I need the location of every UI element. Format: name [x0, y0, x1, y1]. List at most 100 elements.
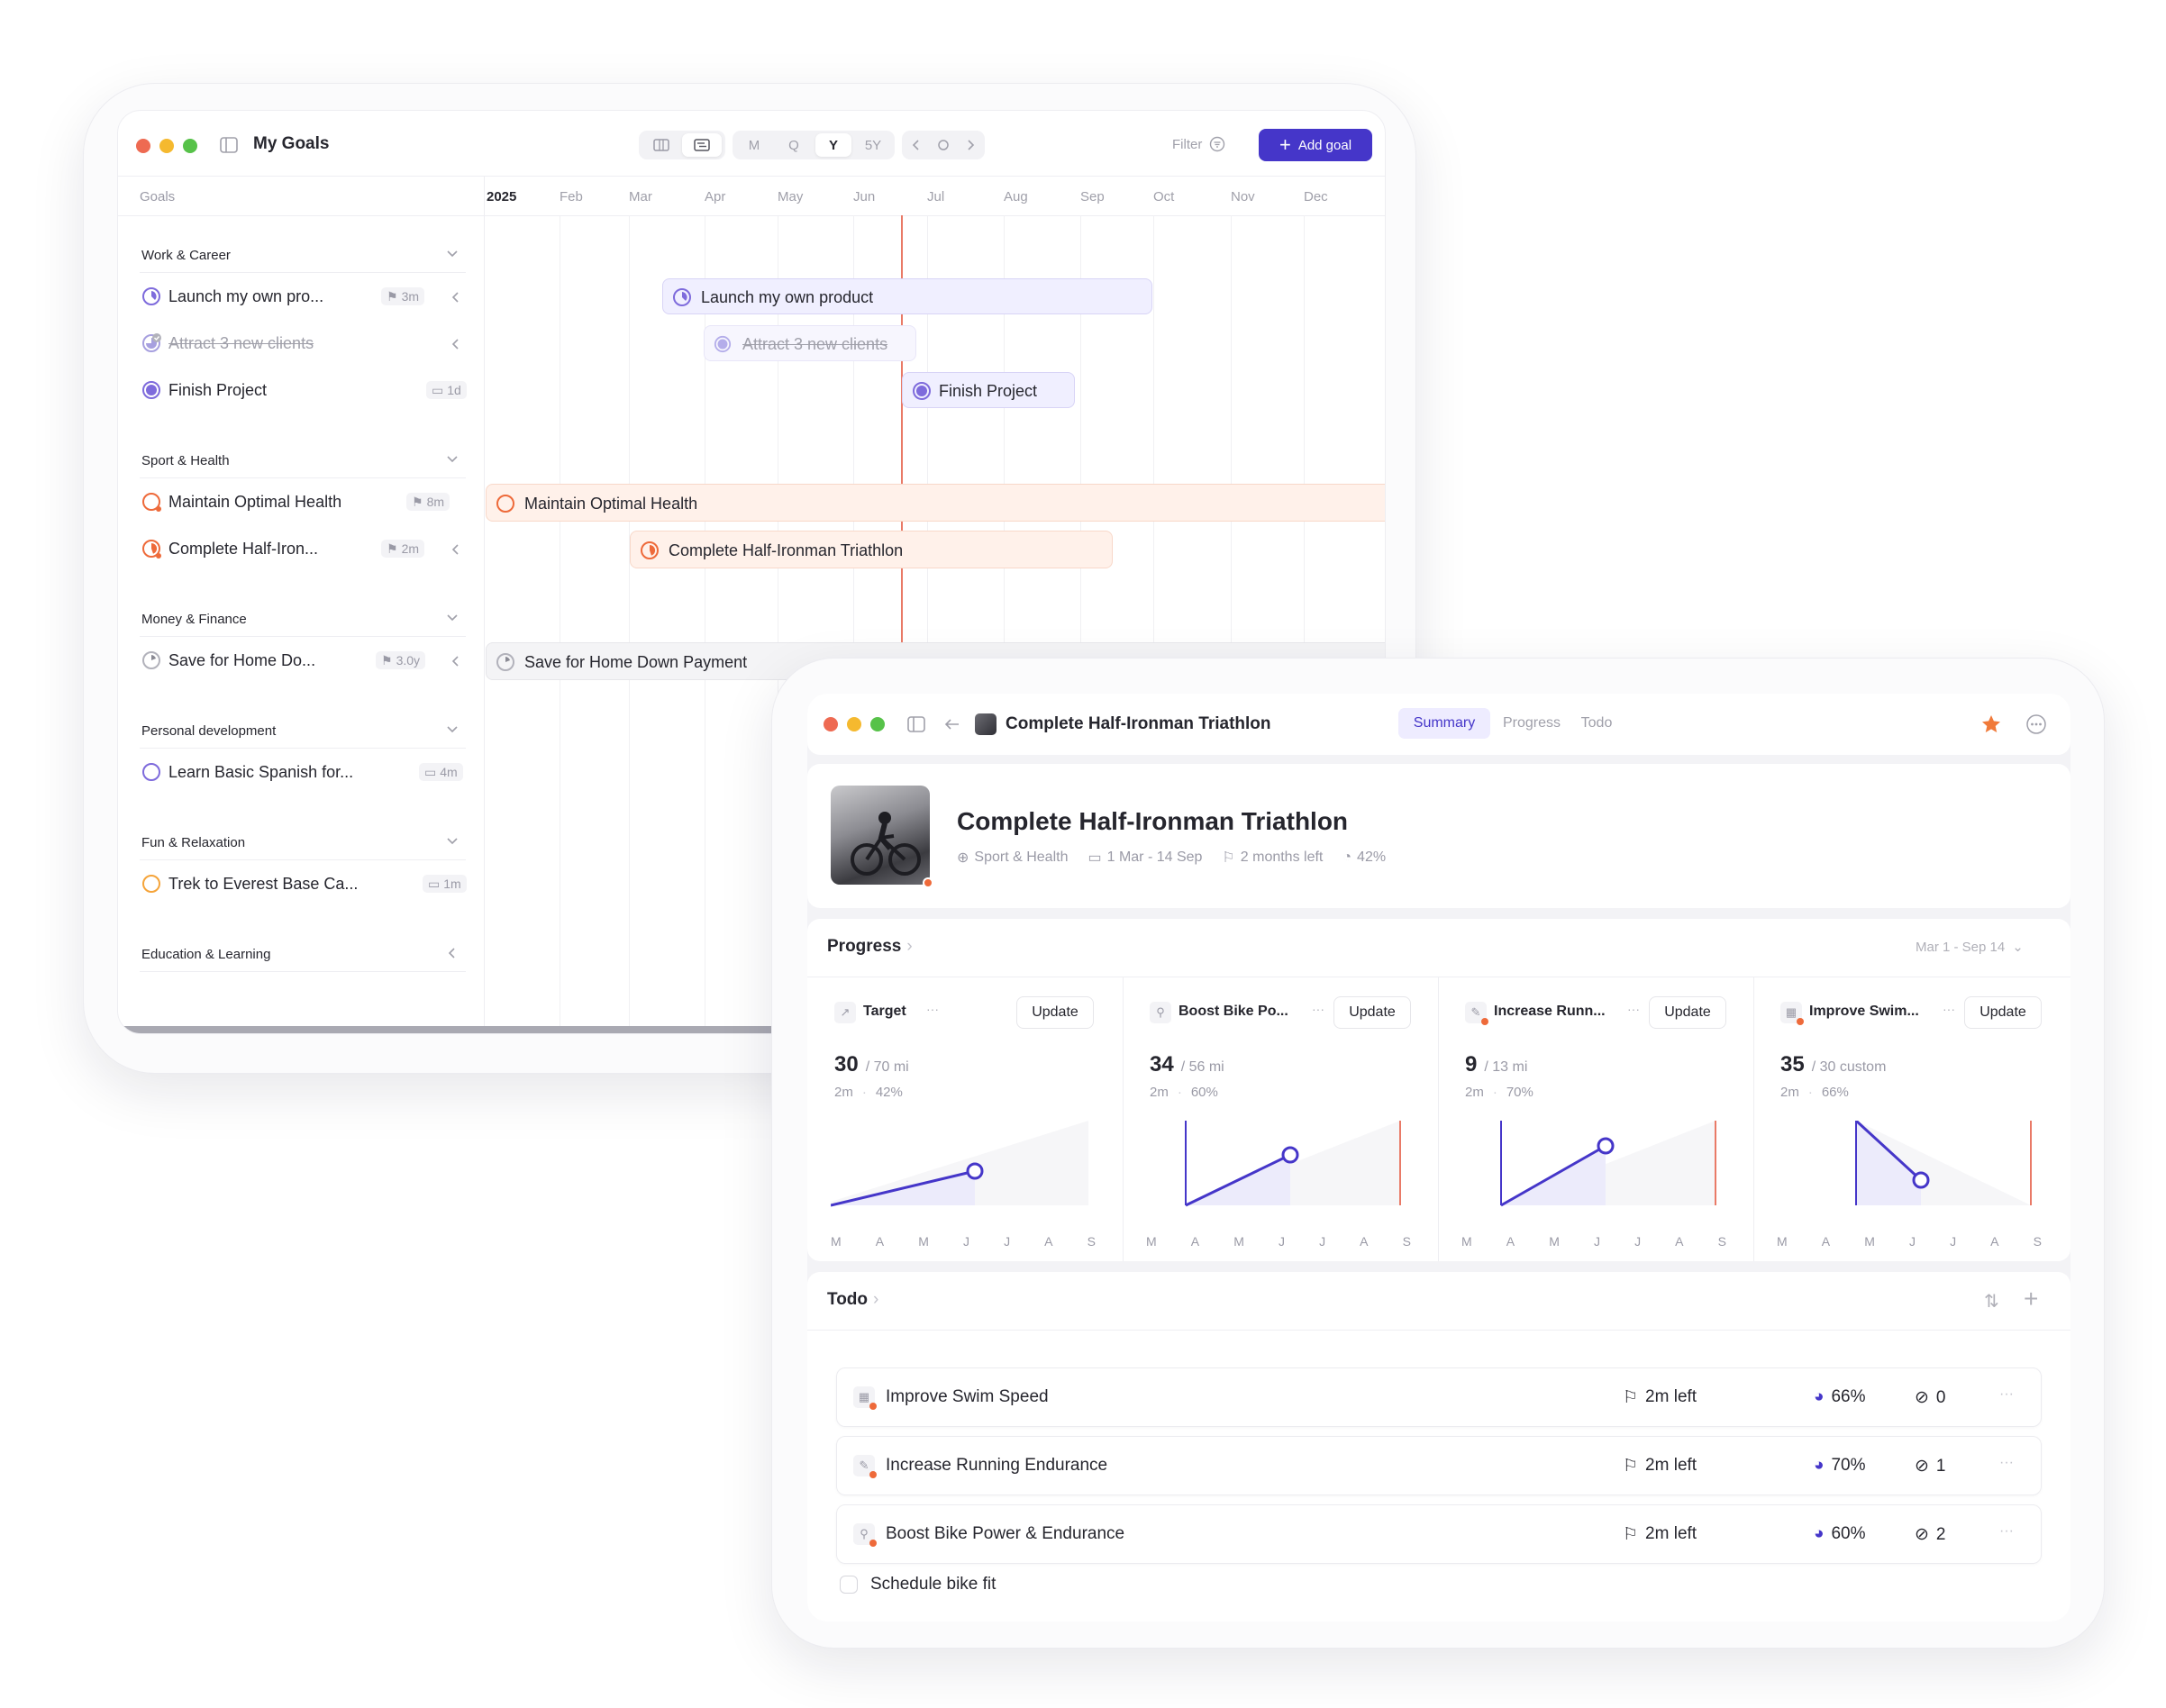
minimize-window-button[interactable] [847, 717, 861, 731]
update-button[interactable]: Update [1649, 996, 1726, 1029]
todo-section-header[interactable]: Todo › [827, 1290, 878, 1310]
timeline-bar-launch[interactable]: Launch my own product [662, 278, 1152, 314]
goal-row-finish[interactable]: Finish Project ▭ 1d [140, 372, 467, 408]
todo-time-left: ⚐ 2m left [1623, 1387, 1697, 1408]
card-more-icon[interactable]: ··· [926, 1002, 939, 1016]
card-target: / 30 custom [1811, 1059, 1887, 1075]
card-more-icon[interactable]: ··· [1943, 1002, 1955, 1016]
close-window-button[interactable] [136, 139, 150, 153]
goal-name: Attract 3 new clients [168, 334, 314, 352]
group-education-learning[interactable]: Education & Learning [140, 936, 466, 972]
period-y[interactable]: Y [815, 133, 851, 157]
card-percent: 60% [1190, 1085, 1218, 1100]
goal-badge: ▭ 1d [426, 381, 467, 399]
card-title: Improve Swim... [1809, 1004, 1919, 1019]
tab-summary[interactable]: Summary [1398, 708, 1490, 739]
goal-name: Maintain Optimal Health [168, 493, 342, 511]
chevron-down-icon[interactable] [446, 613, 459, 622]
period-q[interactable]: Q [776, 133, 812, 157]
chevron-left-icon[interactable] [911, 139, 922, 151]
chevron-down-icon[interactable] [446, 725, 459, 734]
group-money-finance[interactable]: Money & Finance [140, 601, 466, 637]
period-5y[interactable]: 5Y [855, 133, 891, 157]
goal-row-attract[interactable]: Attract 3 new clients [140, 325, 466, 361]
filter-button[interactable]: Filter [1172, 136, 1225, 152]
timeline-bar-triathlon[interactable]: Complete Half-Ironman Triathlon [630, 531, 1113, 568]
task-checkbox[interactable] [840, 1576, 858, 1594]
chevron-left-icon[interactable] [448, 947, 457, 959]
goal-row-spanish[interactable]: Learn Basic Spanish for... ▭ 4m [140, 754, 466, 790]
minimize-window-button[interactable] [159, 139, 174, 153]
period-m[interactable]: M [736, 133, 772, 157]
goal-row-launch[interactable]: Launch my own pro... ⚑ 3m [140, 278, 466, 314]
todo-row[interactable]: ⚲ Boost Bike Power & Endurance ⚐ 2m left … [836, 1504, 2042, 1564]
goal-name: Complete Half-Iron... [168, 540, 319, 558]
calendar-view-button[interactable] [682, 133, 722, 157]
group-work-career[interactable]: Work & Career [140, 237, 466, 273]
todo-more-icon[interactable]: ··· [1999, 1455, 2014, 1471]
grid-view-button[interactable] [642, 133, 680, 157]
calendar-icon: ▭ [428, 876, 441, 891]
goal-dates: 1 Mar - 14 Sep [1106, 849, 1203, 865]
cyclist-illustration [851, 812, 921, 876]
date-range-selector[interactable]: Mar 1 - Sep 14 ⌄ [1916, 939, 2024, 956]
timeline-bar-health[interactable]: Maintain Optimal Health [486, 484, 1385, 522]
flag-icon: ⚑ [387, 541, 398, 556]
card-more-icon[interactable]: ··· [1627, 1002, 1640, 1016]
todo-more-icon[interactable]: ··· [1999, 1523, 2014, 1540]
todo-name: Boost Bike Power & Endurance [886, 1524, 1125, 1543]
zoom-window-button[interactable] [183, 139, 197, 153]
goal-row-home[interactable]: Save for Home Do... ⚑ 3.0y [140, 642, 466, 678]
card-more-icon[interactable]: ··· [1312, 1002, 1324, 1016]
sort-icon[interactable]: ⇅ [1984, 1290, 1999, 1313]
timeline-bar-attract[interactable]: Attract 3 new clients [704, 325, 916, 361]
tab-progress[interactable]: Progress [1494, 708, 1570, 739]
update-button[interactable]: Update [1964, 996, 2042, 1029]
update-button[interactable]: Update [1333, 996, 1411, 1029]
timeline-bar-finish[interactable]: Finish Project [902, 372, 1075, 408]
goal-time-left: 2 months left [1240, 849, 1324, 865]
chevron-right-icon[interactable] [965, 139, 976, 151]
chevron-left-icon[interactable] [451, 338, 460, 350]
group-label: Personal development [141, 723, 277, 739]
group-personal-development[interactable]: Personal development [140, 713, 466, 749]
todo-progress-label: 66% [1831, 1387, 1866, 1406]
goal-progress-icon [142, 763, 160, 781]
close-window-button[interactable] [824, 717, 838, 731]
sidebar-toggle-icon[interactable] [906, 714, 926, 734]
chevron-left-icon[interactable] [451, 543, 460, 556]
task-row[interactable]: Schedule bike fit [840, 1575, 996, 1594]
zoom-window-button[interactable] [870, 717, 885, 731]
month-label: Jun [853, 189, 876, 204]
todo-row[interactable]: ▦ Improve Swim Speed ⚐ 2m left ◕ 66% ⊘ 0 ··… [836, 1367, 2042, 1427]
chevron-down-icon[interactable] [446, 455, 459, 464]
goal-row-everest[interactable]: Trek to Everest Base Ca... ▭ 1m [140, 866, 467, 902]
more-icon[interactable] [2025, 713, 2047, 735]
update-button[interactable]: Update [1016, 996, 1094, 1029]
goal-row-health[interactable]: Maintain Optimal Health ⚑ 8m [140, 484, 466, 520]
period-selector: M Q Y 5Y [733, 131, 895, 159]
todo-more-icon[interactable]: ··· [1999, 1386, 2014, 1403]
flag-icon: ⚐ [1222, 850, 1235, 866]
group-sport-health[interactable]: Sport & Health [140, 442, 466, 478]
goal-row-triathlon[interactable]: Complete Half-Iron... ⚑ 2m [140, 531, 466, 567]
todo-row[interactable]: ✎ Increase Running Endurance ⚐ 2m left ◕ 7… [836, 1436, 2042, 1495]
add-todo-icon[interactable]: + [2024, 1285, 2038, 1313]
progress-section-header[interactable]: Progress › [827, 937, 913, 957]
chevron-left-icon[interactable] [451, 291, 460, 304]
back-arrow-icon[interactable] [944, 717, 960, 731]
add-goal-button[interactable]: + Add goal [1259, 129, 1372, 161]
sidebar-toggle-icon[interactable] [219, 135, 239, 155]
star-icon[interactable] [1980, 713, 2002, 735]
goal-name: Finish Project [168, 381, 268, 399]
chevron-down-icon[interactable] [446, 837, 459, 846]
card-value-row: 34 / 56 mi [1150, 1052, 1224, 1077]
tab-todo[interactable]: Todo [1570, 708, 1624, 739]
tick: A [1821, 1234, 1831, 1249]
todo-time-left-label: 2m left [1645, 1524, 1697, 1543]
header-divider [118, 176, 1385, 177]
chevron-down-icon[interactable] [446, 250, 459, 259]
chevron-left-icon[interactable] [451, 655, 460, 668]
today-icon[interactable] [937, 139, 950, 151]
group-fun-relaxation[interactable]: Fun & Relaxation [140, 824, 466, 860]
